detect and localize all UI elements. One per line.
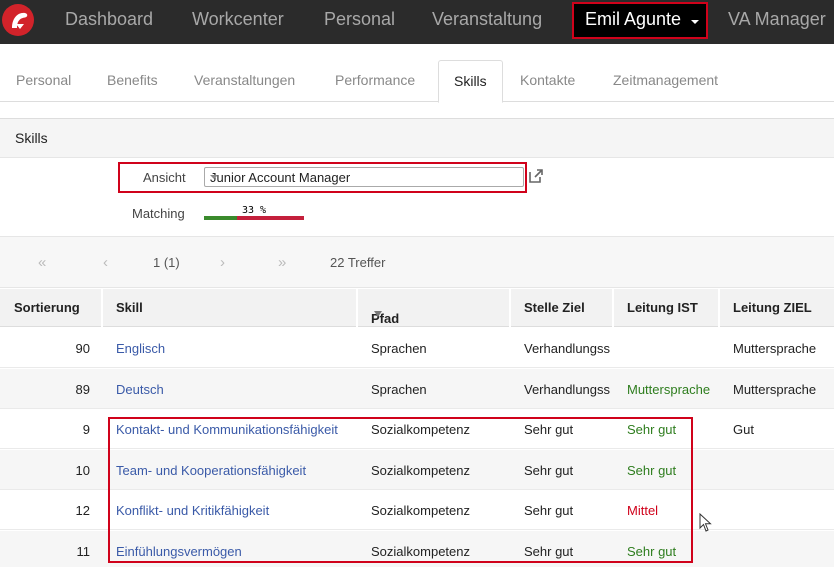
skill-link[interactable]: Englisch xyxy=(116,341,165,356)
cell-sortierung: 90 xyxy=(75,341,90,356)
table-row[interactable]: 90 Englisch Sprachen Verhandlungss Mutterspr… xyxy=(0,328,834,368)
panel-title: Skills xyxy=(15,130,48,146)
cell-pfad: Sprachen xyxy=(371,341,427,356)
table-row[interactable]: 10 Team- und Kooperationsfähigkeit Sozialk… xyxy=(0,450,834,490)
skill-link[interactable]: Deutsch xyxy=(116,382,164,397)
cell-sortierung: 89 xyxy=(75,382,90,397)
tab-performance[interactable]: Performance xyxy=(335,72,415,88)
top-navbar: Dashboard Workcenter Personal Veranstalt… xyxy=(0,0,834,44)
cell-pfad: Sozialkompetenz xyxy=(371,544,470,559)
nav-dashboard[interactable]: Dashboard xyxy=(65,0,153,44)
pager-current-page: 1 (1) xyxy=(153,255,180,270)
cell-stelle-ziel: Verhandlungss xyxy=(524,341,611,356)
nav-personal[interactable]: Personal xyxy=(324,0,395,44)
nav-workcenter[interactable]: Workcenter xyxy=(192,0,284,44)
col-stelle-ziel[interactable]: Stelle Ziel xyxy=(511,289,614,327)
col-pfad[interactable]: Pfad xyxy=(358,289,511,327)
cell-leitung-ziel: Muttersprache xyxy=(733,382,817,397)
app-logo-icon[interactable] xyxy=(2,4,34,36)
cell-leitung-ist: Mittel xyxy=(627,503,659,518)
table-row[interactable]: 11 Einfühlungsvermögen Sozialkompetenz Sehr… xyxy=(0,531,834,567)
matching-progress-fill xyxy=(204,216,237,220)
col-leitung-ziel[interactable]: Leitung ZIEL xyxy=(720,289,834,327)
tab-bar: Personal Benefits Veranstaltungen Perfor… xyxy=(0,44,834,103)
matching-progress-remainder xyxy=(237,216,304,220)
col-sortierung[interactable]: Sortierung xyxy=(0,289,103,327)
col-leitung-ist[interactable]: Leitung IST xyxy=(614,289,720,327)
tab-skills-label: Skills xyxy=(454,73,487,89)
user-menu-button[interactable]: Emil Agunte xyxy=(572,2,708,39)
cell-leitung-ist: Sehr gut xyxy=(627,422,677,437)
col-skill[interactable]: Skill xyxy=(103,289,358,327)
cell-leitung-ziel: Gut xyxy=(733,422,754,437)
pager: « ‹ 1 (1) › » 22 Treffer xyxy=(0,236,834,288)
cell-leitung-ist: Sehr gut xyxy=(627,463,677,478)
tab-kontakte[interactable]: Kontakte xyxy=(520,72,575,88)
skill-link[interactable]: Kontakt- und Kommunikationsfähigkeit xyxy=(116,422,338,437)
table-row[interactable]: 9 Kontakt- und Kommunikationsfähigkeit Soz… xyxy=(0,409,834,449)
tab-benefits[interactable]: Benefits xyxy=(107,72,158,88)
cell-pfad: Sozialkompetenz xyxy=(371,503,470,518)
cell-pfad: Sozialkompetenz xyxy=(371,463,470,478)
sort-desc-icon xyxy=(374,311,382,317)
nav-veranstaltung[interactable]: Veranstaltung xyxy=(432,0,542,44)
cell-pfad: Sprachen xyxy=(371,382,427,397)
cell-stelle-ziel: Sehr gut xyxy=(524,422,574,437)
matching-progress-bar xyxy=(204,216,304,220)
pager-hits: 22 Treffer xyxy=(330,255,386,270)
skill-link[interactable]: Konflikt- und Kritikfähigkeit xyxy=(116,503,269,518)
table-row[interactable]: 89 Deutsch Sprachen Verhandlungss Mutterspra… xyxy=(0,369,834,409)
mouse-cursor-icon xyxy=(699,513,712,532)
external-link-icon[interactable] xyxy=(528,168,544,184)
user-name: Emil Agunte xyxy=(585,9,682,29)
cell-stelle-ziel: Verhandlungss xyxy=(524,382,611,397)
cell-sortierung: 10 xyxy=(75,463,90,478)
pager-last-icon[interactable]: » xyxy=(278,254,286,271)
tab-personal[interactable]: Personal xyxy=(16,72,71,88)
table-header: Sortierung Skill Pfad Stelle Ziel Leitun… xyxy=(0,289,834,327)
cell-leitung-ist: Sehr gut xyxy=(627,544,677,559)
nav-va-manager[interactable]: VA Manager xyxy=(728,0,826,44)
cell-stelle-ziel: Sehr gut xyxy=(524,463,574,478)
cell-sortierung: 12 xyxy=(75,503,90,518)
cell-sortierung: 11 xyxy=(76,544,91,559)
cell-leitung-ziel: Muttersprache xyxy=(733,341,817,356)
pager-first-icon[interactable]: « xyxy=(38,254,46,271)
cell-sortierung: 9 xyxy=(82,422,90,437)
tab-skills[interactable]: Skills xyxy=(438,60,503,103)
panel-header: Skills xyxy=(0,118,834,158)
caret-down-icon xyxy=(691,20,699,24)
matching-label: Matching xyxy=(132,206,185,221)
dropdown-arrow-icon xyxy=(210,175,218,179)
tab-veranstaltungen[interactable]: Veranstaltungen xyxy=(194,72,295,88)
skill-link[interactable]: Einfühlungsvermögen xyxy=(116,544,242,559)
ansicht-selected-value: Junior Account Manager xyxy=(210,170,351,185)
ansicht-select[interactable]: Junior Account Manager xyxy=(204,167,524,187)
cell-stelle-ziel: Sehr gut xyxy=(524,503,574,518)
tab-zeitmanagement[interactable]: Zeitmanagement xyxy=(613,72,718,88)
cell-leitung-ist: Muttersprache xyxy=(627,382,711,397)
skill-link[interactable]: Team- und Kooperationsfähigkeit xyxy=(116,463,306,478)
matching-percent: 33 % xyxy=(242,205,267,216)
cell-stelle-ziel: Sehr gut xyxy=(524,544,574,559)
ansicht-label: Ansicht xyxy=(143,170,186,185)
pager-prev-icon[interactable]: ‹ xyxy=(103,254,108,271)
pager-next-icon[interactable]: › xyxy=(220,254,225,271)
cell-pfad: Sozialkompetenz xyxy=(371,422,470,437)
